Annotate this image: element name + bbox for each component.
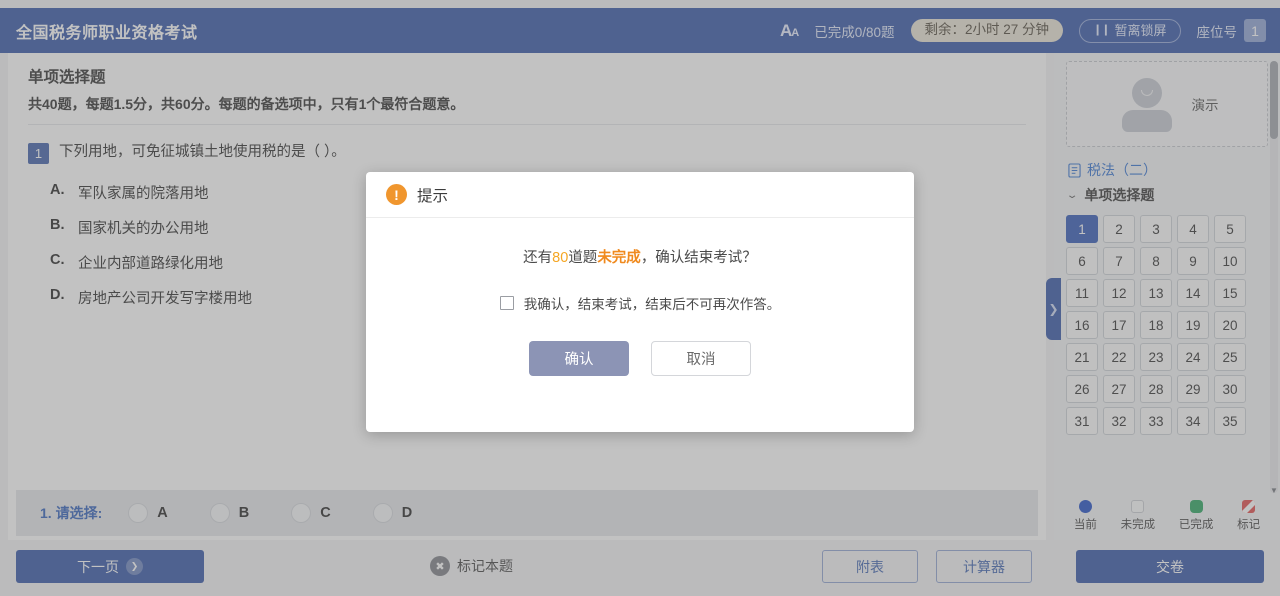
message-warning: 未完成 — [597, 250, 641, 266]
dialog-title: 提示 — [417, 187, 449, 205]
dialog-message: 还有80道题未完成，确认结束考试？ — [366, 246, 914, 267]
confirm-submit-dialog: ! 提示 还有80道题未完成，确认结束考试？ 我确认，结束考试，结束后不可再次作… — [366, 172, 914, 432]
message-mid: 道题 — [568, 250, 598, 266]
message-count: 80 — [552, 250, 569, 266]
dialog-header: ! 提示 — [366, 172, 914, 218]
checkbox-label: 我确认，结束考试，结束后不可再次作答。 — [523, 297, 781, 312]
cancel-button[interactable]: 取消 — [651, 341, 751, 376]
checkbox-icon[interactable] — [499, 296, 514, 310]
exam-app: 全国税务师职业资格考试 AA 已完成0/80题 剩余：2小时 27 分钟 ❙❙ … — [0, 0, 1280, 596]
message-pre: 还有 — [523, 250, 553, 266]
dialog-body: 还有80道题未完成，确认结束考试？ 我确认，结束考试，结束后不可再次作答。 确认… — [366, 218, 914, 376]
message-post: ，确认结束考试？ — [640, 250, 757, 266]
dialog-actions: 确认 取消 — [366, 341, 914, 376]
confirm-checkbox-row[interactable]: 我确认，结束考试，结束后不可再次作答。 — [499, 293, 781, 313]
warning-icon: ! — [386, 184, 407, 205]
confirm-button[interactable]: 确认 — [529, 341, 629, 376]
